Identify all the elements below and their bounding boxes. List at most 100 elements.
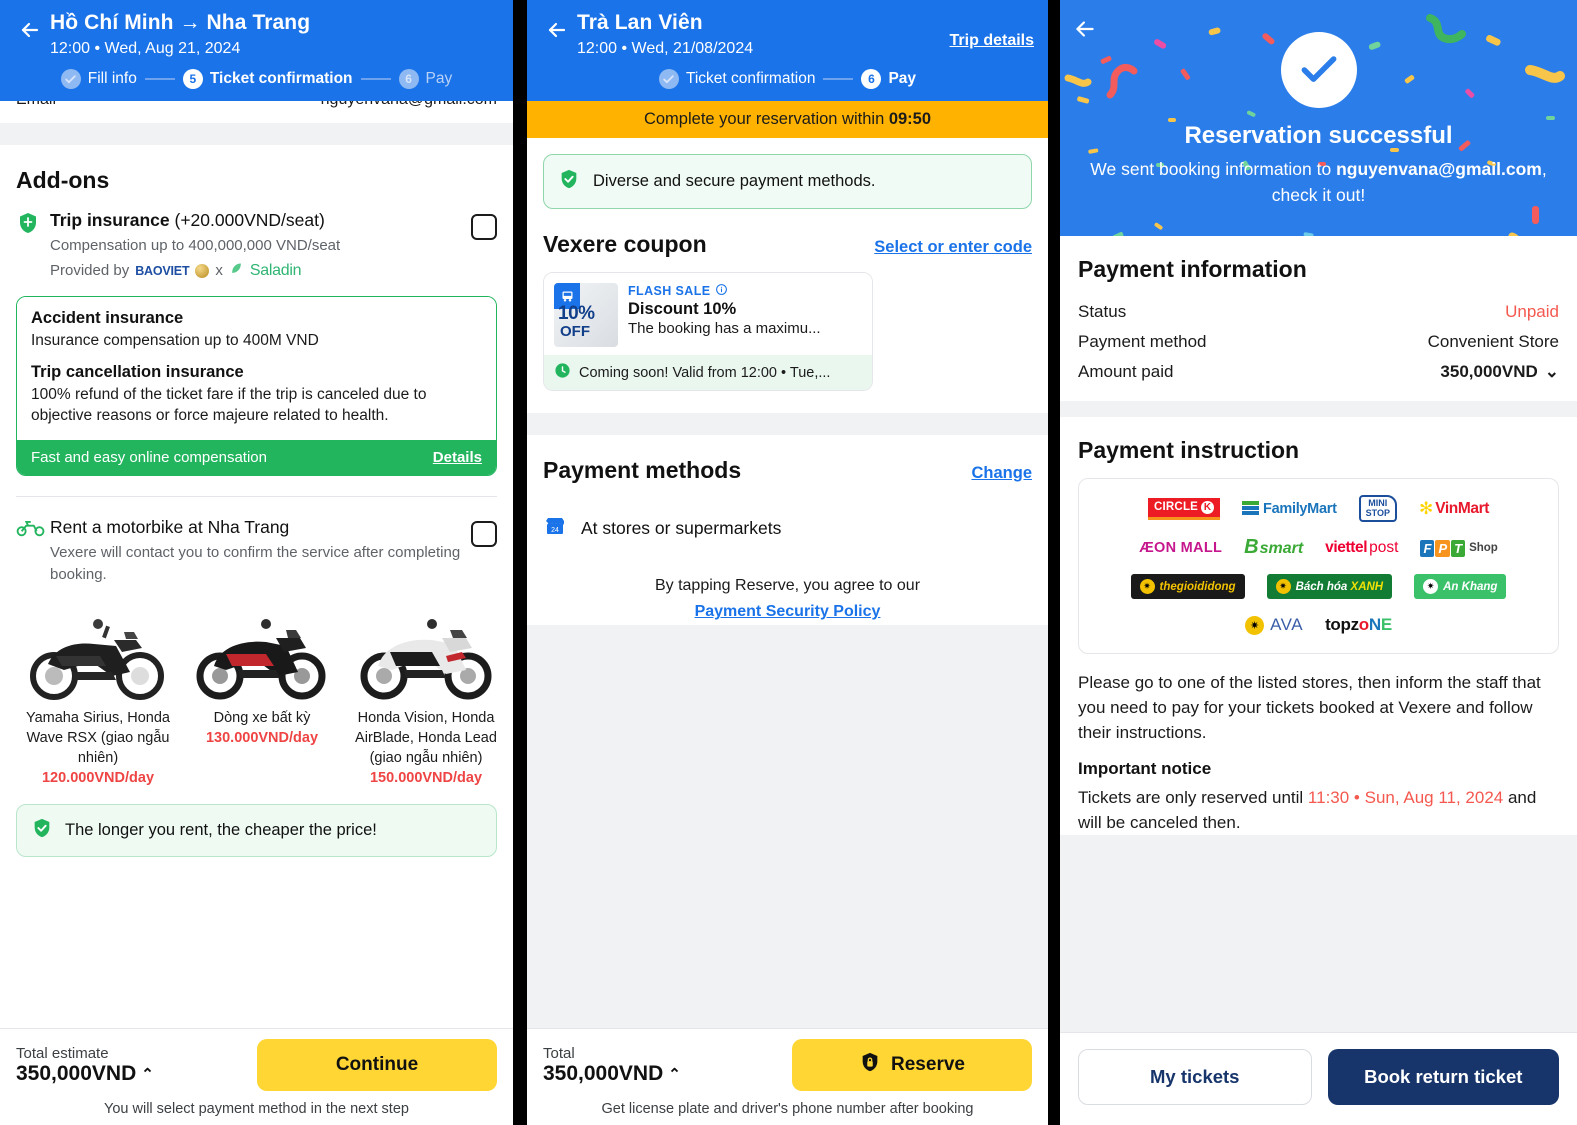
amount-paid-amount: 350,000VND	[1440, 362, 1538, 381]
panel3-bottom-bar: My tickets Book return ticket	[1060, 1032, 1577, 1125]
ava-logo: ✷ AVA	[1245, 615, 1303, 635]
panel2-total-block[interactable]: Total 350,000VND ⌃	[543, 1045, 681, 1086]
continue-button[interactable]: Continue	[257, 1039, 497, 1091]
chevron-down-icon[interactable]: ⌄	[1545, 362, 1559, 382]
step-pay[interactable]: 6 Pay	[398, 69, 452, 89]
step-ticket-confirmation[interactable]: Ticket confirmation	[658, 69, 816, 89]
book-return-ticket-button[interactable]: Book return ticket	[1327, 1049, 1559, 1105]
motorbike-photo-1	[18, 600, 178, 708]
coupon-description: The booking has a maximu...	[628, 320, 821, 337]
secure-payment-text: Diverse and secure payment methods.	[593, 172, 876, 190]
panel3-empty-area	[1060, 835, 1577, 1032]
an-khang-logo: ✷ An Khang	[1414, 574, 1507, 599]
trip-details-link[interactable]: Trip details	[950, 10, 1034, 61]
step-fill-info[interactable]: Fill info	[60, 69, 137, 89]
panel1-departure: 12:00 • Wed, Aug 21, 2024	[50, 40, 241, 57]
email-label: Email	[16, 101, 56, 109]
selected-payment-method[interactable]: 24 At stores or supermarkets	[543, 498, 1032, 543]
trip-insurance-checkbox[interactable]	[471, 214, 497, 240]
success-subtitle: We sent booking information to nguyenvan…	[1080, 156, 1557, 208]
my-tickets-button[interactable]: My tickets	[1078, 1049, 1312, 1105]
select-or-enter-code-link[interactable]: Select or enter code	[874, 238, 1032, 257]
coupon-card[interactable]: 10% OFF FLASH SALE Discount 10% The book…	[543, 272, 873, 391]
total-value[interactable]: 350,000VND ⌃	[543, 1062, 681, 1086]
panel2-step-indicator: Ticket confirmation 6 Pay	[527, 61, 1048, 101]
motorbike-option[interactable]: Yamaha Sirius, Honda Wave RSX (giao ngẫu…	[16, 600, 180, 786]
amount-paid-value[interactable]: 350,000VND ⌄	[1440, 362, 1559, 382]
instruction-body: Please go to one of the listed stores, t…	[1078, 673, 1541, 742]
notice-deadline: 11:30 • Sun, Aug 11, 2024	[1307, 788, 1504, 807]
panel-ticket-confirmation: Hồ Chí Minh → Nha Trang 12:00 • Wed, Aug…	[0, 0, 513, 1125]
trip-insurance-row[interactable]: Trip insurance (+20.000VND/seat) Compens…	[16, 208, 497, 280]
email-row-clipped: Email nguyenvana@gmail.com	[0, 101, 513, 123]
panel2-header: Trà Lan Viên 12:00 • Wed, 21/08/2024 Tri…	[527, 0, 1048, 101]
back-button[interactable]	[1072, 16, 1098, 42]
secure-payment-note: Diverse and secure payment methods.	[543, 154, 1032, 209]
topzone-logo: topz o N E	[1325, 615, 1392, 634]
panel1-total-block[interactable]: Total estimate 350,000VND ⌃	[16, 1045, 154, 1086]
vinmart-logo: ✻ VinMart	[1418, 498, 1489, 518]
payment-methods-title: Payment methods	[543, 457, 742, 483]
chevron-up-icon[interactable]: ⌃	[141, 1065, 154, 1083]
familymart-logo: FamilyMart	[1242, 501, 1337, 517]
total-label: Total	[543, 1044, 575, 1062]
chevron-up-icon[interactable]: ⌃	[668, 1065, 681, 1083]
panel2-bottom-bar: Total 350,000VND ⌃ Reserve Get license p…	[527, 1028, 1048, 1125]
cancellation-insurance-title: Trip cancellation insurance	[31, 363, 244, 381]
motorbike-option[interactable]: Honda Vision, Honda AirBlade, Honda Lead…	[344, 600, 508, 786]
step-ticket-confirmation-label: Ticket confirmation	[685, 70, 816, 87]
saladin-logo: Saladin	[249, 261, 302, 279]
reserve-button[interactable]: Reserve	[792, 1039, 1032, 1091]
change-payment-link[interactable]: Change	[971, 464, 1032, 483]
total-estimate-value[interactable]: 350,000VND ⌃	[16, 1062, 154, 1086]
motorbike-photo-3	[346, 600, 506, 708]
back-button[interactable]	[12, 10, 48, 44]
insurance-footer-text: Fast and easy online compensation	[31, 449, 267, 466]
coupon-thumbnail: 10% OFF	[554, 283, 618, 347]
panel2-empty-area	[527, 625, 1048, 1028]
clock-icon	[554, 362, 571, 383]
saladin-leaf-icon	[229, 261, 244, 280]
step-divider	[823, 78, 854, 80]
motorbike-name: Honda Vision, Honda AirBlade, Honda Lead…	[355, 710, 497, 766]
shield-icon	[16, 208, 50, 240]
coupon-title: Vexere coupon	[543, 231, 707, 257]
success-hero: Reservation successful We sent booking i…	[1060, 0, 1577, 236]
insurance-providers: Provided by BAOVIET x Saladin	[50, 261, 461, 280]
coupon-section: Vexere coupon Select or enter code 10% O…	[527, 209, 1048, 391]
agreement-prefix: By tapping Reserve, you agree to our	[654, 577, 921, 594]
step-done-icon	[60, 69, 81, 89]
viettel-post-logo: viettel post	[1325, 539, 1399, 556]
check-shield-icon	[558, 168, 580, 195]
baoviet-logo: BAOVIET	[135, 263, 190, 278]
motorbike-photo-2	[182, 600, 342, 708]
step-done-icon	[658, 69, 679, 89]
motorbike-title: Rent a motorbike at Nha Trang	[50, 517, 290, 537]
panel1-step-indicator: Fill info 5 Ticket confirmation 6 Pay	[0, 61, 513, 101]
amount-paid-row[interactable]: Amount paid 350,000VND ⌄	[1078, 357, 1559, 387]
motorbike-rental-row[interactable]: Rent a motorbike at Nha Trang Vexere wil…	[16, 515, 497, 586]
payment-information-title: Payment information	[1078, 256, 1307, 282]
timer-value: 09:50	[888, 110, 932, 128]
flash-sale-label: FLASH SALE	[628, 283, 862, 299]
step-divider	[360, 78, 391, 80]
insurance-details-link[interactable]: Details	[433, 449, 482, 466]
success-title: Reservation successful	[1184, 122, 1453, 149]
motorbike-option[interactable]: Dòng xe bất kỳ 130.000VND/day	[180, 600, 344, 786]
coupon-validity-footer: Coming soon! Valid from 12:00 • Tue,...	[544, 355, 872, 390]
amount-paid-label: Amount paid	[1078, 362, 1174, 381]
payment-status-row: Status Unpaid	[1078, 297, 1559, 327]
motorbike-price: 150.000VND/day	[369, 770, 483, 786]
step-pay[interactable]: 6 Pay	[861, 69, 916, 89]
step-number-badge: 6	[861, 69, 882, 89]
step-ticket-confirmation[interactable]: 5 Ticket confirmation	[182, 69, 353, 89]
payment-security-policy-link[interactable]: Payment Security Policy	[543, 599, 1032, 625]
insurance-details-card: Accident insurance Insurance compensatio…	[16, 296, 497, 476]
motorbike-price: 120.000VND/day	[41, 770, 155, 786]
back-button[interactable]	[539, 10, 575, 44]
info-icon[interactable]	[715, 283, 728, 299]
important-notice-body: Tickets are only reserved until 11:30 • …	[1078, 779, 1559, 835]
motorbike-checkbox[interactable]	[471, 521, 497, 547]
important-notice-title: Important notice	[1078, 759, 1212, 778]
panel1-route-title: Hồ Chí Minh → Nha Trang	[50, 11, 311, 34]
